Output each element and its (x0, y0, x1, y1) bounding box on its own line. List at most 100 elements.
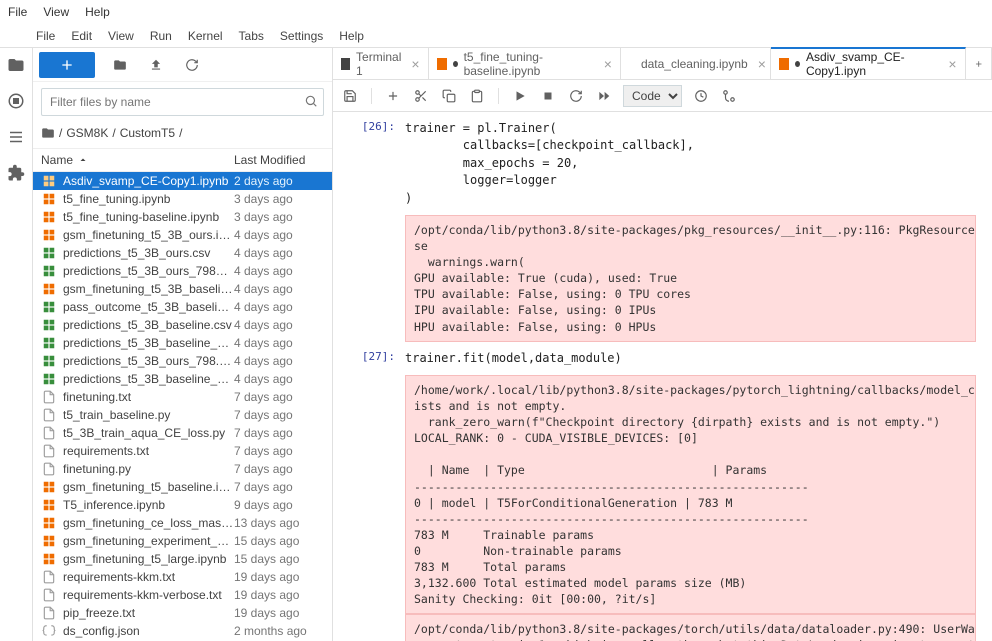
menu-help[interactable]: Help (85, 5, 110, 19)
file-row[interactable]: gsm_finetuning_ce_loss_mask30_spa...13 d… (33, 514, 332, 532)
file-row[interactable]: gsm_finetuning_t5_3B_baseline.ipynb4 day… (33, 280, 332, 298)
filter-input[interactable] (41, 88, 324, 116)
close-icon[interactable]: × (604, 56, 612, 72)
py-icon (41, 425, 57, 441)
tab-label: data_cleaning.ipynb (641, 57, 748, 71)
cell-prompt: [27]: (349, 350, 405, 641)
restart-icon[interactable] (567, 87, 585, 105)
file-modified: 15 days ago (234, 534, 324, 548)
clock-icon[interactable] (692, 87, 710, 105)
file-row[interactable]: gsm_finetuning_experiment_eq_gen.i...15 … (33, 532, 332, 550)
file-modified: 7 days ago (234, 426, 324, 440)
file-row[interactable]: pass_outcome_t5_3B_baseline_temp...4 day… (33, 298, 332, 316)
menu-edit[interactable]: Edit (71, 29, 92, 43)
file-row[interactable]: t5_fine_tuning.ipynb3 days ago (33, 190, 332, 208)
file-row[interactable]: predictions_t5_3B_ours.csv4 days ago (33, 244, 332, 262)
file-row[interactable]: t5_train_baseline.py7 days ago (33, 406, 332, 424)
tab-t5_fine_tuning-baseline-ipynb[interactable]: t5_fine_tuning-baseline.ipynb× (429, 48, 621, 79)
add-cell-icon[interactable] (384, 87, 402, 105)
file-modified: 3 days ago (234, 210, 324, 224)
breadcrumb-seg[interactable]: GSM8K (66, 126, 108, 140)
extensions-icon[interactable] (7, 164, 25, 182)
close-icon[interactable]: × (948, 56, 956, 72)
file-row[interactable]: gsm_finetuning_t5_baseline.ipynb7 days a… (33, 478, 332, 496)
file-name: requirements-kkm-verbose.txt (63, 588, 234, 602)
search-icon (304, 94, 318, 111)
nb-icon (41, 515, 57, 531)
file-row[interactable]: requirements-kkm.txt19 days ago (33, 568, 332, 586)
file-row[interactable]: finetuning.txt7 days ago (33, 388, 332, 406)
cell-type-select[interactable]: Code (623, 85, 682, 107)
file-modified: 4 days ago (234, 318, 324, 332)
file-row[interactable]: t5_fine_tuning-baseline.ipynb3 days ago (33, 208, 332, 226)
run-icon[interactable] (511, 87, 529, 105)
new-launcher-button[interactable] (39, 52, 95, 78)
file-row[interactable]: Asdiv_svamp_CE-Copy1.ipynb2 days ago (33, 172, 332, 190)
file-row[interactable]: T5_inference.ipynb9 days ago (33, 496, 332, 514)
file-row[interactable]: predictions_t5_3B_baseline_1094.csv4 day… (33, 370, 332, 388)
file-row[interactable]: predictions_t5_3B_baseline.csv4 days ago (33, 316, 332, 334)
save-icon[interactable] (341, 87, 359, 105)
file-row[interactable]: predictions_t5_3B_baseline_1094+.csv4 da… (33, 334, 332, 352)
col-modified[interactable]: Last Modified (234, 153, 324, 167)
file-row[interactable]: predictions_t5_3B_ours_798+.csv4 days ag… (33, 262, 332, 280)
breadcrumb[interactable]: / GSM8K / CustomT5 / (33, 122, 332, 148)
close-icon[interactable]: × (758, 56, 766, 72)
code-cell[interactable]: trainer.fit(model,data_module) (405, 350, 976, 367)
file-name: requirements.txt (63, 444, 234, 458)
menu-view[interactable]: View (108, 29, 134, 43)
file-modified: 9 days ago (234, 498, 324, 512)
new-folder-icon[interactable] (109, 54, 131, 76)
menu-kernel[interactable]: Kernel (188, 29, 223, 43)
file-modified: 2 days ago (234, 174, 324, 188)
nb-icon (41, 209, 57, 225)
stop-icon[interactable] (539, 87, 557, 105)
cut-icon[interactable] (412, 87, 430, 105)
menu-help[interactable]: Help (339, 29, 364, 43)
nb-icon (41, 191, 57, 207)
file-name: gsm_finetuning_t5_baseline.ipynb (63, 480, 234, 494)
file-modified: 4 days ago (234, 300, 324, 314)
file-icon (41, 443, 57, 459)
file-row[interactable]: requirements.txt7 days ago (33, 442, 332, 460)
file-name: predictions_t5_3B_ours_798+.csv (63, 264, 234, 278)
terminal-icon (341, 58, 350, 70)
tab-asdiv_svamp_ce-copy1-ipyn[interactable]: Asdiv_svamp_CE-Copy1.ipyn× (771, 47, 966, 79)
menu-tabs[interactable]: Tabs (239, 29, 264, 43)
activity-bar (0, 48, 33, 641)
menu-view[interactable]: View (43, 5, 69, 19)
file-row[interactable]: t5_3B_train_aqua_CE_loss.py7 days ago (33, 424, 332, 442)
file-row[interactable]: finetuning.py7 days ago (33, 460, 332, 478)
new-tab-button[interactable] (966, 48, 992, 79)
file-icon (41, 605, 57, 621)
file-name: gsm_finetuning_t5_large.ipynb (63, 552, 234, 566)
upload-icon[interactable] (145, 54, 167, 76)
git-icon[interactable] (720, 87, 738, 105)
restart-run-icon[interactable] (595, 87, 613, 105)
menu-file[interactable]: File (36, 29, 55, 43)
col-name[interactable]: Name (41, 153, 73, 167)
file-row[interactable]: requirements-kkm-verbose.txt19 days ago (33, 586, 332, 604)
file-row[interactable]: gsm_finetuning_t5_3B_ours.ipynb4 days ag… (33, 226, 332, 244)
running-icon[interactable] (7, 92, 25, 110)
tab-terminal-1[interactable]: Terminal 1× (333, 48, 429, 79)
copy-icon[interactable] (440, 87, 458, 105)
menu-file[interactable]: File (8, 5, 27, 19)
file-name: gsm_finetuning_t5_3B_ours.ipynb (63, 228, 234, 242)
file-row[interactable]: ds_config.json2 months ago (33, 622, 332, 640)
code-cell[interactable]: trainer = pl.Trainer( callbacks=[checkpo… (405, 120, 976, 207)
file-row[interactable]: predictions_t5_3B_ours_798.csv4 days ago (33, 352, 332, 370)
paste-icon[interactable] (468, 87, 486, 105)
csv-icon (41, 299, 57, 315)
toc-icon[interactable] (7, 128, 25, 146)
menu-settings[interactable]: Settings (280, 29, 323, 43)
csv-icon (41, 335, 57, 351)
breadcrumb-seg[interactable]: CustomT5 (120, 126, 175, 140)
menu-run[interactable]: Run (150, 29, 172, 43)
file-row[interactable]: pip_freeze.txt19 days ago (33, 604, 332, 622)
folder-icon[interactable] (7, 56, 25, 74)
close-icon[interactable]: × (411, 56, 419, 72)
refresh-icon[interactable] (181, 54, 203, 76)
tab-data_cleaning-ipynb[interactable]: data_cleaning.ipynb × (621, 48, 771, 79)
file-row[interactable]: gsm_finetuning_t5_large.ipynb15 days ago (33, 550, 332, 568)
